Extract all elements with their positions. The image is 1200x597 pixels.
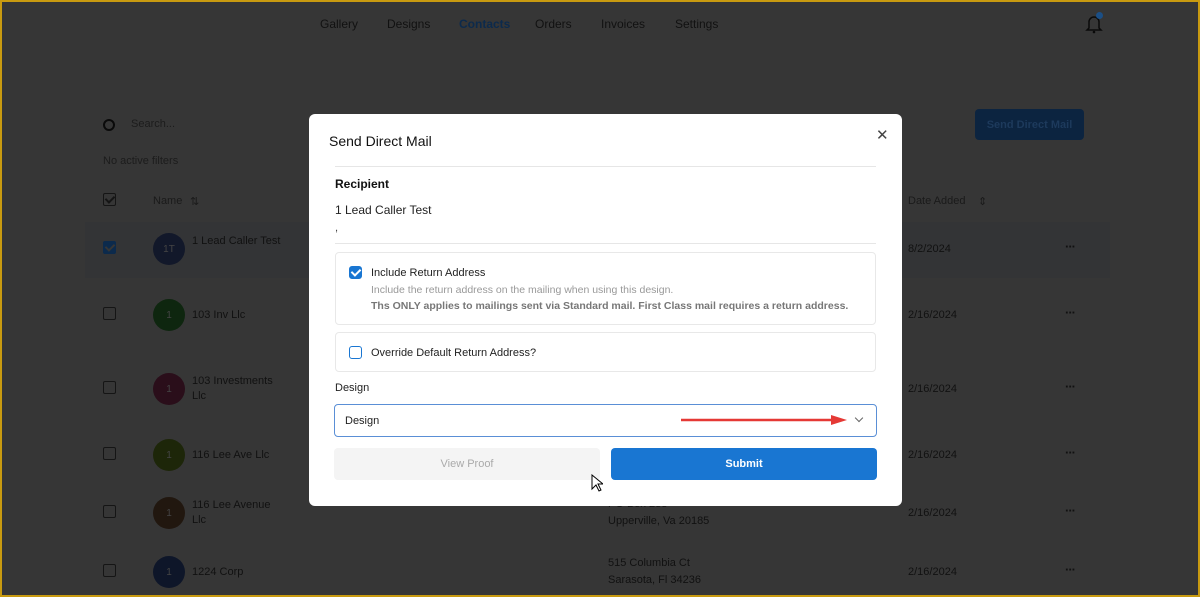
date-added: 2/16/2024 (908, 309, 957, 321)
nav-settings[interactable]: Settings (675, 17, 718, 31)
nav-orders[interactable]: Orders (535, 17, 572, 31)
include-return-address-checkbox[interactable] (349, 266, 362, 279)
row-actions-icon[interactable]: ··· (1065, 562, 1076, 577)
contact-address-line2: Sarasota, Fl 34236 (608, 574, 701, 586)
column-header-date[interactable]: Date Added (908, 195, 966, 207)
nav-designs[interactable]: Designs (387, 17, 430, 31)
contact-address-line1: 515 Columbia Ct (608, 557, 690, 569)
nav-contacts[interactable]: Contacts (459, 17, 510, 31)
sort-icon[interactable]: ⇕ (978, 195, 987, 208)
chevron-down-icon (854, 413, 864, 423)
date-added: 2/16/2024 (908, 449, 957, 461)
override-return-address-panel: Override Default Return Address? (335, 332, 876, 372)
view-proof-button[interactable]: View Proof (334, 448, 600, 480)
submit-button[interactable]: Submit (611, 448, 877, 480)
row-actions-icon[interactable]: ··· (1065, 239, 1076, 254)
nav-gallery[interactable]: Gallery (320, 17, 358, 31)
date-added: 2/16/2024 (908, 566, 957, 578)
recipient-heading: Recipient (335, 177, 390, 191)
row-checkbox[interactable] (103, 447, 116, 460)
row-actions-icon[interactable]: ··· (1065, 379, 1076, 394)
row-actions-icon[interactable]: ··· (1065, 445, 1076, 460)
contact-name[interactable]: 103 Inv Llc (192, 308, 287, 323)
date-added: 2/16/2024 (908, 383, 957, 395)
contact-name[interactable]: 116 Lee Ave Llc (192, 448, 287, 463)
include-return-address-desc: Include the return address on the mailin… (371, 284, 674, 296)
divider (335, 243, 876, 244)
notification-bell-icon[interactable] (1085, 12, 1103, 34)
row-checkbox[interactable] (103, 381, 116, 394)
mouse-cursor-icon (591, 474, 603, 492)
recipient-name: 1 Lead Caller Test (335, 203, 432, 217)
column-header-name[interactable]: Name (153, 195, 182, 207)
filters-status: No active filters (103, 155, 179, 167)
date-added: 2/16/2024 (908, 507, 957, 519)
notification-dot (1096, 12, 1103, 19)
row-checkbox[interactable] (103, 307, 116, 320)
row-actions-icon[interactable]: ··· (1065, 305, 1076, 320)
avatar: 1 (153, 497, 185, 529)
contact-name[interactable]: 1224 Corp (192, 565, 287, 580)
row-checkbox[interactable] (103, 241, 116, 254)
date-added: 8/2/2024 (908, 243, 951, 255)
design-label: Design (335, 382, 370, 394)
include-return-address-label: Include Return Address (371, 267, 486, 279)
override-return-address-label: Override Default Return Address? (371, 347, 537, 359)
contact-name[interactable]: 116 Lee Avenue Llc (192, 498, 287, 528)
include-return-address-warning: Ths ONLY applies to mailings sent via St… (371, 300, 849, 312)
top-nav: Gallery Designs Contacts Orders Invoices… (0, 0, 1200, 48)
send-direct-mail-modal: Send Direct Mail ✕ Recipient 1 Lead Call… (309, 114, 902, 506)
include-return-address-panel: Include Return Address Include the retur… (335, 252, 876, 325)
recipient-address: , (335, 222, 339, 234)
search-input[interactable] (131, 118, 281, 130)
select-all-checkbox[interactable] (103, 193, 116, 206)
avatar: 1T (153, 233, 185, 265)
send-direct-mail-button[interactable]: Send Direct Mail (975, 109, 1084, 140)
avatar: 1 (153, 439, 185, 471)
search-icon (103, 119, 115, 131)
avatar: 1 (153, 556, 185, 588)
override-return-address-checkbox[interactable] (349, 346, 362, 359)
modal-title: Send Direct Mail (329, 133, 432, 149)
divider (335, 166, 876, 167)
avatar: 1 (153, 299, 185, 331)
nav-invoices[interactable]: Invoices (601, 17, 645, 31)
close-icon[interactable]: ✕ (876, 126, 889, 144)
design-select-value: Design (345, 415, 380, 427)
row-checkbox[interactable] (103, 505, 116, 518)
contact-name[interactable]: 103 Investments Llc (192, 374, 287, 404)
avatar: 1 (153, 373, 185, 405)
contact-name[interactable]: 1 Lead Caller Test (192, 234, 287, 249)
row-checkbox[interactable] (103, 564, 116, 577)
annotation-arrow-icon (681, 415, 847, 425)
sort-icon[interactable]: ⇅ (190, 195, 199, 208)
contact-address-line2: Upperville, Va 20185 (608, 515, 710, 527)
row-actions-icon[interactable]: ··· (1065, 503, 1076, 518)
